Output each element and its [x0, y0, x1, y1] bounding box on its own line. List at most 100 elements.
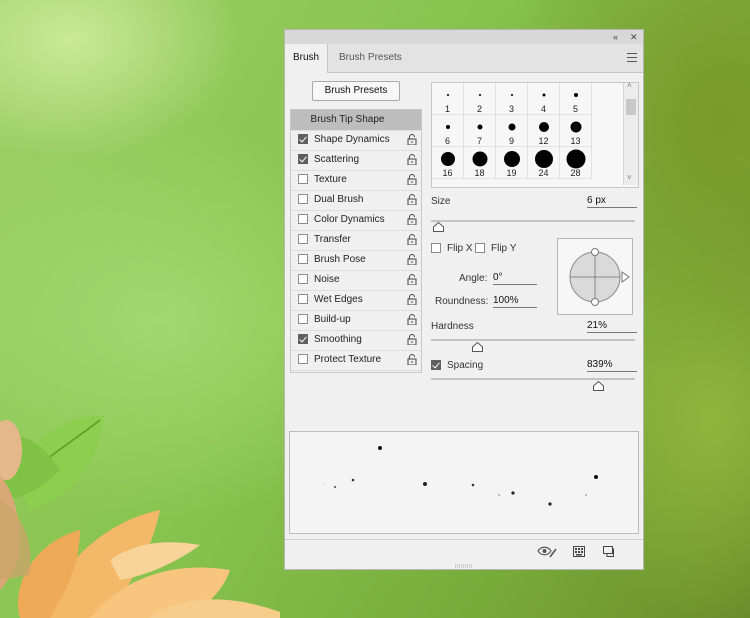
- spacing-label: Spacing: [447, 360, 484, 371]
- option-checkbox[interactable]: [298, 314, 308, 324]
- option-label: Smoothing: [314, 334, 362, 345]
- option-checkbox[interactable]: [298, 234, 308, 244]
- brush-tip-cell[interactable]: 9: [496, 115, 528, 147]
- resize-grip-icon[interactable]: [455, 564, 473, 568]
- option-texture[interactable]: Texture: [291, 170, 421, 191]
- eye-brush-icon[interactable]: [537, 545, 557, 558]
- brush-tip-cell[interactable]: 3: [496, 83, 528, 115]
- panel-bottom-bar: [285, 539, 643, 564]
- keyboard-icon[interactable]: [573, 546, 585, 557]
- option-transfer[interactable]: Transfer: [291, 230, 421, 251]
- scrollbar-thumb[interactable]: [626, 99, 636, 115]
- brush-presets-button[interactable]: Brush Presets: [312, 81, 400, 101]
- hamburger-menu-icon[interactable]: [627, 53, 637, 62]
- brush-tip-cell[interactable]: 16: [432, 147, 464, 179]
- angle-field[interactable]: 0°: [493, 272, 537, 285]
- option-label: Noise: [314, 274, 340, 285]
- brush-tip-cell[interactable]: 1: [432, 83, 464, 115]
- chevron-up-icon[interactable]: ˄: [627, 81, 632, 90]
- lock-icon[interactable]: [407, 274, 417, 285]
- brush-tip-cell[interactable]: 19: [496, 147, 528, 179]
- flip-x-checkbox[interactable]: [431, 243, 441, 253]
- lock-icon[interactable]: [407, 334, 417, 345]
- option-checkbox[interactable]: [298, 134, 308, 144]
- brush-tip-dot-icon: [534, 150, 553, 168]
- brush-angle-widget[interactable]: [557, 238, 633, 315]
- option-smoothing[interactable]: Smoothing: [291, 330, 421, 351]
- option-build-up[interactable]: Build-up: [291, 310, 421, 331]
- option-protect-texture[interactable]: Protect Texture: [291, 350, 421, 371]
- chevron-down-icon[interactable]: ˅: [627, 173, 632, 182]
- option-label: Brush Pose: [314, 254, 366, 265]
- lock-icon[interactable]: [407, 354, 417, 365]
- angle-label: Angle:: [459, 273, 488, 284]
- brush-tip-cell[interactable]: 18: [464, 147, 496, 179]
- flip-y-checkbox[interactable]: [475, 243, 485, 253]
- brush-tip-size: 16: [442, 168, 453, 178]
- brush-tip-size: 5: [572, 104, 578, 114]
- spacing-slider-thumb[interactable]: [593, 381, 605, 391]
- brush-tip-cell[interactable]: 28: [560, 147, 592, 179]
- lock-icon[interactable]: [407, 254, 417, 265]
- option-checkbox[interactable]: [298, 274, 308, 284]
- spacing-field[interactable]: 839%: [587, 359, 637, 372]
- lock-icon[interactable]: [407, 314, 417, 325]
- size-slider-track[interactable]: [431, 220, 635, 222]
- hardness-slider-thumb[interactable]: [471, 342, 483, 352]
- option-checkbox[interactable]: [298, 294, 308, 304]
- brush-tip-size: 4: [540, 104, 546, 114]
- brush-tip-cell[interactable]: 5: [560, 83, 592, 115]
- option-checkbox[interactable]: [298, 154, 308, 164]
- brush-tip-cell[interactable]: 6: [432, 115, 464, 147]
- lock-icon[interactable]: [407, 154, 417, 165]
- option-checkbox[interactable]: [298, 194, 308, 204]
- lock-icon[interactable]: [407, 294, 417, 305]
- roundness-field[interactable]: 100%: [493, 295, 537, 308]
- brush-tip-dot-icon: [538, 122, 549, 132]
- size-slider-thumb[interactable]: [432, 222, 444, 232]
- option-shape-dynamics[interactable]: Shape Dynamics: [291, 130, 421, 151]
- lock-icon[interactable]: [407, 194, 417, 205]
- brush-tip-cell[interactable]: 4: [528, 83, 560, 115]
- lock-icon[interactable]: [407, 134, 417, 145]
- brush-tip-dot-icon: [478, 94, 481, 96]
- spacing-slider-track[interactable]: [431, 378, 635, 380]
- option-label: Build-up: [314, 314, 351, 325]
- hardness-field[interactable]: 21%: [587, 320, 637, 333]
- option-brush-tip-shape[interactable]: Brush Tip Shape: [291, 110, 421, 131]
- stroke-preview-dots: [324, 446, 598, 506]
- flower-illustration: [18, 510, 280, 618]
- brush-tip-dot-icon: [477, 124, 482, 130]
- option-noise[interactable]: Noise: [291, 270, 421, 291]
- brush-tip-cell[interactable]: 13: [560, 115, 592, 147]
- option-checkbox[interactable]: [298, 174, 308, 184]
- new-preset-icon[interactable]: [603, 546, 614, 557]
- option-checkbox[interactable]: [298, 214, 308, 224]
- option-scattering[interactable]: Scattering: [291, 150, 421, 171]
- spacing-checkbox[interactable]: [431, 360, 441, 370]
- size-field[interactable]: 6 px: [587, 195, 637, 208]
- lock-icon[interactable]: [407, 174, 417, 185]
- brush-tip-cell[interactable]: 2: [464, 83, 496, 115]
- brush-tip-dot-icon: [446, 94, 449, 96]
- option-wet-edges[interactable]: Wet Edges: [291, 290, 421, 311]
- brush-tip-cell[interactable]: 12: [528, 115, 560, 147]
- tip-grid-scrollbar[interactable]: ˄ ˅: [623, 81, 638, 185]
- lock-icon[interactable]: [407, 214, 417, 225]
- lock-icon[interactable]: [407, 234, 417, 245]
- double-chevron-left-icon[interactable]: «: [613, 31, 618, 43]
- tab-brush-presets[interactable]: Brush Presets: [331, 44, 410, 72]
- option-color-dynamics[interactable]: Color Dynamics: [291, 210, 421, 231]
- angle-roundness-icon[interactable]: [558, 239, 632, 314]
- hardness-slider-track[interactable]: [431, 339, 635, 341]
- option-checkbox[interactable]: [298, 334, 308, 344]
- option-checkbox[interactable]: [298, 354, 308, 364]
- option-dual-brush[interactable]: Dual Brush: [291, 190, 421, 211]
- option-brush-pose[interactable]: Brush Pose: [291, 250, 421, 271]
- option-checkbox[interactable]: [298, 254, 308, 264]
- close-icon[interactable]: ✕: [630, 31, 638, 43]
- brush-tip-cell[interactable]: 7: [464, 115, 496, 147]
- brush-tip-cell[interactable]: 24: [528, 147, 560, 179]
- tab-brush[interactable]: Brush: [285, 44, 329, 73]
- panel-titlebar[interactable]: « ✕: [285, 30, 643, 44]
